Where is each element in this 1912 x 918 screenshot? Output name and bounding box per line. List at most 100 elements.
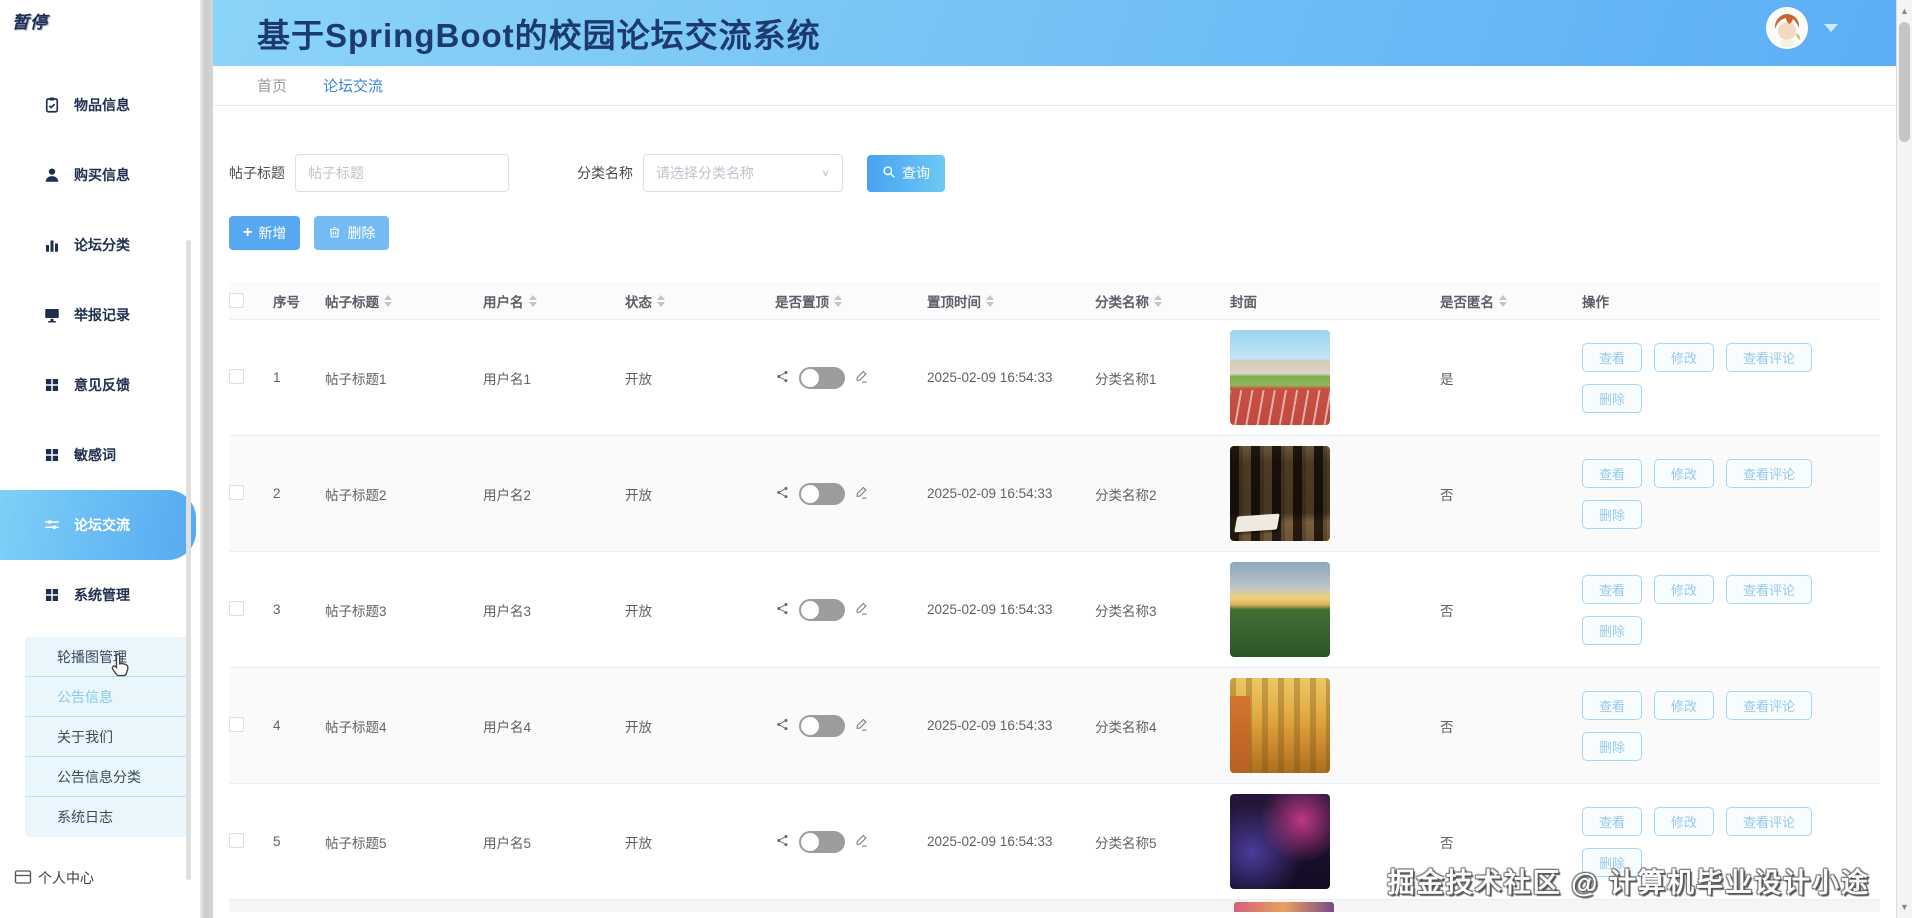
post-title-input[interactable] (295, 154, 509, 192)
sidebar: 暂停 物品信息 购买信息 论坛分类 举报记录 意见反馈 敏感词 论坛交流 系统管… (0, 0, 200, 918)
edit-button[interactable]: 修改 (1654, 458, 1715, 488)
post-title-label: 帖子标题 (229, 165, 285, 181)
search-form: 帖子标题 分类名称 请选择分类名称 ∨ 查询 (229, 154, 1880, 192)
category-select[interactable]: 请选择分类名称 ∨ (643, 154, 843, 192)
edit-button[interactable]: 修改 (1654, 574, 1715, 604)
share-icon[interactable] (775, 601, 790, 619)
scroll-down-icon[interactable]: ▼ (1897, 902, 1912, 912)
view-button[interactable]: 查看 (1582, 806, 1643, 836)
select-all-checkbox[interactable] (229, 293, 244, 308)
sort-caret[interactable] (1154, 294, 1162, 307)
view-button[interactable]: 查看 (1582, 342, 1643, 372)
sidebar-item-forum-category[interactable]: 论坛分类 (0, 210, 200, 280)
cover-image (1230, 446, 1330, 541)
sidebar-item-purchase-info[interactable]: 购买信息 (0, 140, 200, 210)
sort-caret[interactable] (834, 294, 842, 307)
sidebar-item-label: 举报记录 (74, 307, 130, 323)
delete-button[interactable]: 删除 (1582, 615, 1643, 645)
sidebar-item-label: 意见反馈 (74, 377, 130, 393)
sort-caret[interactable] (657, 294, 665, 307)
sort-caret[interactable] (986, 294, 994, 307)
delete-button[interactable]: 删除 (1582, 731, 1643, 761)
share-icon[interactable] (775, 833, 790, 851)
sidebar-item-feedback[interactable]: 意见反馈 (0, 350, 200, 420)
submenu-item-announcement[interactable]: 公告信息 (25, 677, 188, 717)
pin-toggle[interactable] (799, 366, 845, 389)
batch-delete-button[interactable]: 删除 (314, 216, 390, 250)
sidebar-item-sensitive-words[interactable]: 敏感词 (0, 420, 200, 490)
sort-caret[interactable] (1499, 294, 1507, 307)
delete-button[interactable]: 删除 (1582, 499, 1643, 529)
next-row-partial (229, 900, 1880, 912)
chevron-down-icon[interactable] (1824, 24, 1838, 32)
system-submenu: 轮播图管理 公告信息 关于我们 公告信息分类 系统日志 (25, 637, 188, 837)
edit-icon[interactable] (854, 485, 869, 503)
tab-forum[interactable]: 论坛交流 (323, 75, 383, 96)
edit-icon[interactable] (854, 717, 869, 735)
scrollbar-thumb[interactable] (1899, 22, 1910, 142)
sidebar-scrollbar[interactable] (186, 240, 191, 880)
pin-toggle[interactable] (799, 714, 845, 737)
edit-button[interactable]: 修改 (1654, 690, 1715, 720)
tab-home[interactable]: 首页 (257, 75, 287, 96)
table-row: 4 帖子标题4 用户名4 开放 2025-02-09 16:54:33 分类名称… (229, 668, 1880, 784)
view-button[interactable]: 查看 (1582, 458, 1643, 488)
col-user: 用户名 (483, 294, 524, 310)
submenu-item-about-us[interactable]: 关于我们 (25, 717, 188, 757)
edit-button[interactable]: 修改 (1654, 342, 1715, 372)
sidebar-item-report-records[interactable]: 举报记录 (0, 280, 200, 350)
avatar[interactable] (1766, 7, 1808, 49)
row-checkbox[interactable] (229, 716, 244, 732)
pin-toggle[interactable] (799, 830, 845, 853)
view-button[interactable]: 查看 (1582, 574, 1643, 604)
row-index: 1 (273, 370, 281, 385)
page-title: 基于SpringBoot的校园论坛交流系统 (257, 17, 821, 54)
share-icon[interactable] (775, 717, 790, 735)
view-button[interactable]: 查看 (1582, 690, 1643, 720)
category-label: 分类名称 (577, 165, 633, 181)
sidebar-item-forum-exchange[interactable]: 论坛交流 (0, 490, 196, 560)
page-scrollbar[interactable]: ▲ ▼ (1896, 0, 1912, 918)
status: 开放 (625, 719, 652, 735)
site-logo: 暂停 (12, 13, 48, 32)
delete-button-label: 删除 (347, 225, 376, 241)
pin-toggle[interactable] (799, 482, 845, 505)
view-comments-button[interactable]: 查看评论 (1726, 342, 1813, 372)
view-comments-button[interactable]: 查看评论 (1726, 806, 1813, 836)
edit-icon[interactable] (854, 369, 869, 387)
view-comments-button[interactable]: 查看评论 (1726, 690, 1813, 720)
edit-icon[interactable] (854, 833, 869, 851)
col-anonymous: 是否匿名 (1440, 294, 1494, 310)
col-actions: 操作 (1582, 294, 1609, 310)
add-button[interactable]: + 新增 (229, 216, 301, 250)
delete-button[interactable]: 删除 (1582, 383, 1643, 413)
view-comments-button[interactable]: 查看评论 (1726, 458, 1813, 488)
sidebar-item-goods-info[interactable]: 物品信息 (0, 70, 200, 140)
col-cover: 封面 (1230, 294, 1257, 310)
sort-caret[interactable] (384, 294, 392, 307)
chevron-down-icon: ∨ (821, 167, 830, 179)
row-checkbox[interactable] (229, 368, 244, 384)
share-icon[interactable] (775, 369, 790, 387)
scroll-up-icon[interactable]: ▲ (1897, 6, 1912, 16)
submenu-item-announcement-category[interactable]: 公告信息分类 (25, 757, 188, 797)
sidebar-item-system-management[interactable]: 系统管理 (0, 560, 200, 630)
submenu-item-carousel[interactable]: 轮播图管理 (25, 637, 188, 677)
row-checkbox[interactable] (229, 832, 244, 848)
delete-button[interactable]: 删除 (1582, 847, 1643, 877)
username: 用户名1 (483, 371, 532, 387)
edit-button[interactable]: 修改 (1654, 806, 1715, 836)
col-pinned: 是否置顶 (775, 294, 829, 310)
query-button[interactable]: 查询 (867, 154, 945, 192)
row-checkbox[interactable] (229, 600, 244, 616)
submenu-item-system-log[interactable]: 系统日志 (25, 797, 188, 837)
share-icon[interactable] (775, 485, 790, 503)
view-comments-button[interactable]: 查看评论 (1726, 574, 1813, 604)
tab-bar: 首页 论坛交流 (213, 66, 1896, 106)
sort-caret[interactable] (528, 294, 537, 307)
row-checkbox[interactable] (229, 484, 244, 500)
personal-center-link[interactable]: 个人中心 (14, 868, 94, 888)
edit-icon[interactable] (854, 601, 869, 619)
app-window: 暂停 物品信息 购买信息 论坛分类 举报记录 意见反馈 敏感词 论坛交流 系统管… (0, 0, 1912, 918)
pin-toggle[interactable] (799, 598, 845, 621)
